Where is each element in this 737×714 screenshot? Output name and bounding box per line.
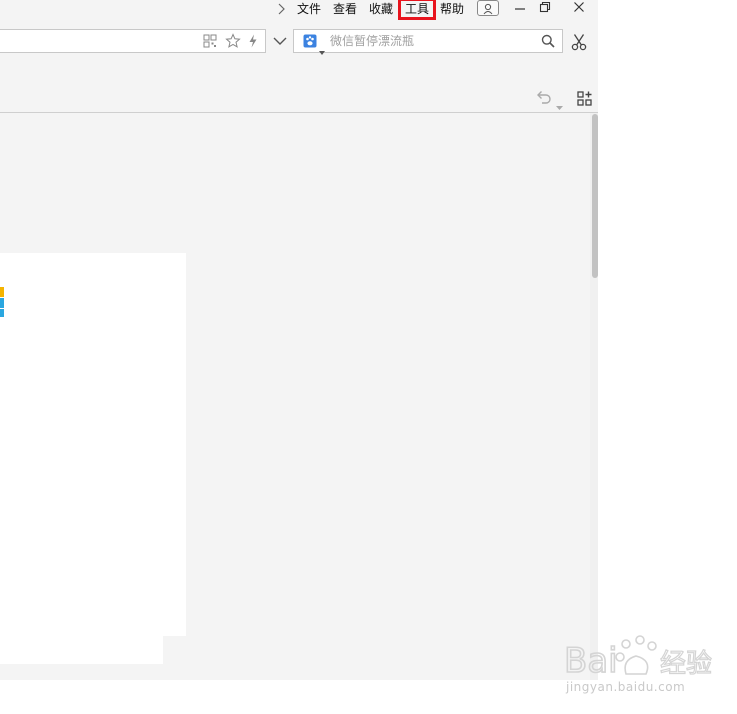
menu-file[interactable]: 文件 — [297, 0, 321, 18]
baidu-paw-icon[interactable] — [303, 34, 317, 53]
search-icon[interactable] — [541, 34, 555, 53]
watermark-url: jingyan.baidu.com — [566, 680, 686, 694]
close-button[interactable] — [569, 0, 589, 18]
scissors-icon[interactable] — [571, 33, 587, 56]
menu-view[interactable]: 查看 — [333, 0, 357, 18]
address-bar[interactable] — [0, 29, 266, 53]
lightning-icon[interactable] — [248, 34, 258, 53]
watermark-brand: Bai — [564, 641, 618, 680]
undo-icon[interactable] — [536, 90, 552, 109]
scrollbar-thumb[interactable] — [592, 114, 598, 278]
menu-help[interactable]: 帮助 — [440, 0, 464, 18]
minimize-icon — [515, 8, 525, 10]
watermark-brand-cn: 经验 — [660, 649, 712, 679]
menu-favorites[interactable]: 收藏 — [369, 0, 393, 18]
user-account-button[interactable] — [477, 0, 499, 16]
chevron-right-icon[interactable] — [276, 2, 286, 21]
tools-highlight-box — [398, 0, 436, 20]
restore-button[interactable] — [535, 0, 555, 18]
qr-code-icon[interactable] — [203, 34, 217, 53]
partial-logo-icon — [0, 287, 5, 326]
search-box[interactable] — [293, 29, 563, 55]
apps-grid-icon[interactable] — [577, 91, 592, 111]
toolbar — [0, 56, 598, 113]
minimize-button[interactable] — [510, 0, 530, 18]
close-icon — [574, 2, 584, 12]
restore-icon — [539, 1, 551, 13]
search-input[interactable] — [330, 33, 530, 49]
menu-bar: 文件 查看 收藏 工具 帮助 — [0, 0, 598, 28]
star-icon[interactable] — [225, 33, 241, 54]
user-icon — [483, 2, 493, 20]
chevron-down-icon[interactable] — [272, 34, 288, 53]
browser-window: 文件 查看 收藏 工具 帮助 — [0, 0, 598, 680]
content-card-bottom — [0, 636, 163, 664]
content-card — [3, 253, 186, 636]
paw-watermark-icon — [615, 635, 657, 675]
